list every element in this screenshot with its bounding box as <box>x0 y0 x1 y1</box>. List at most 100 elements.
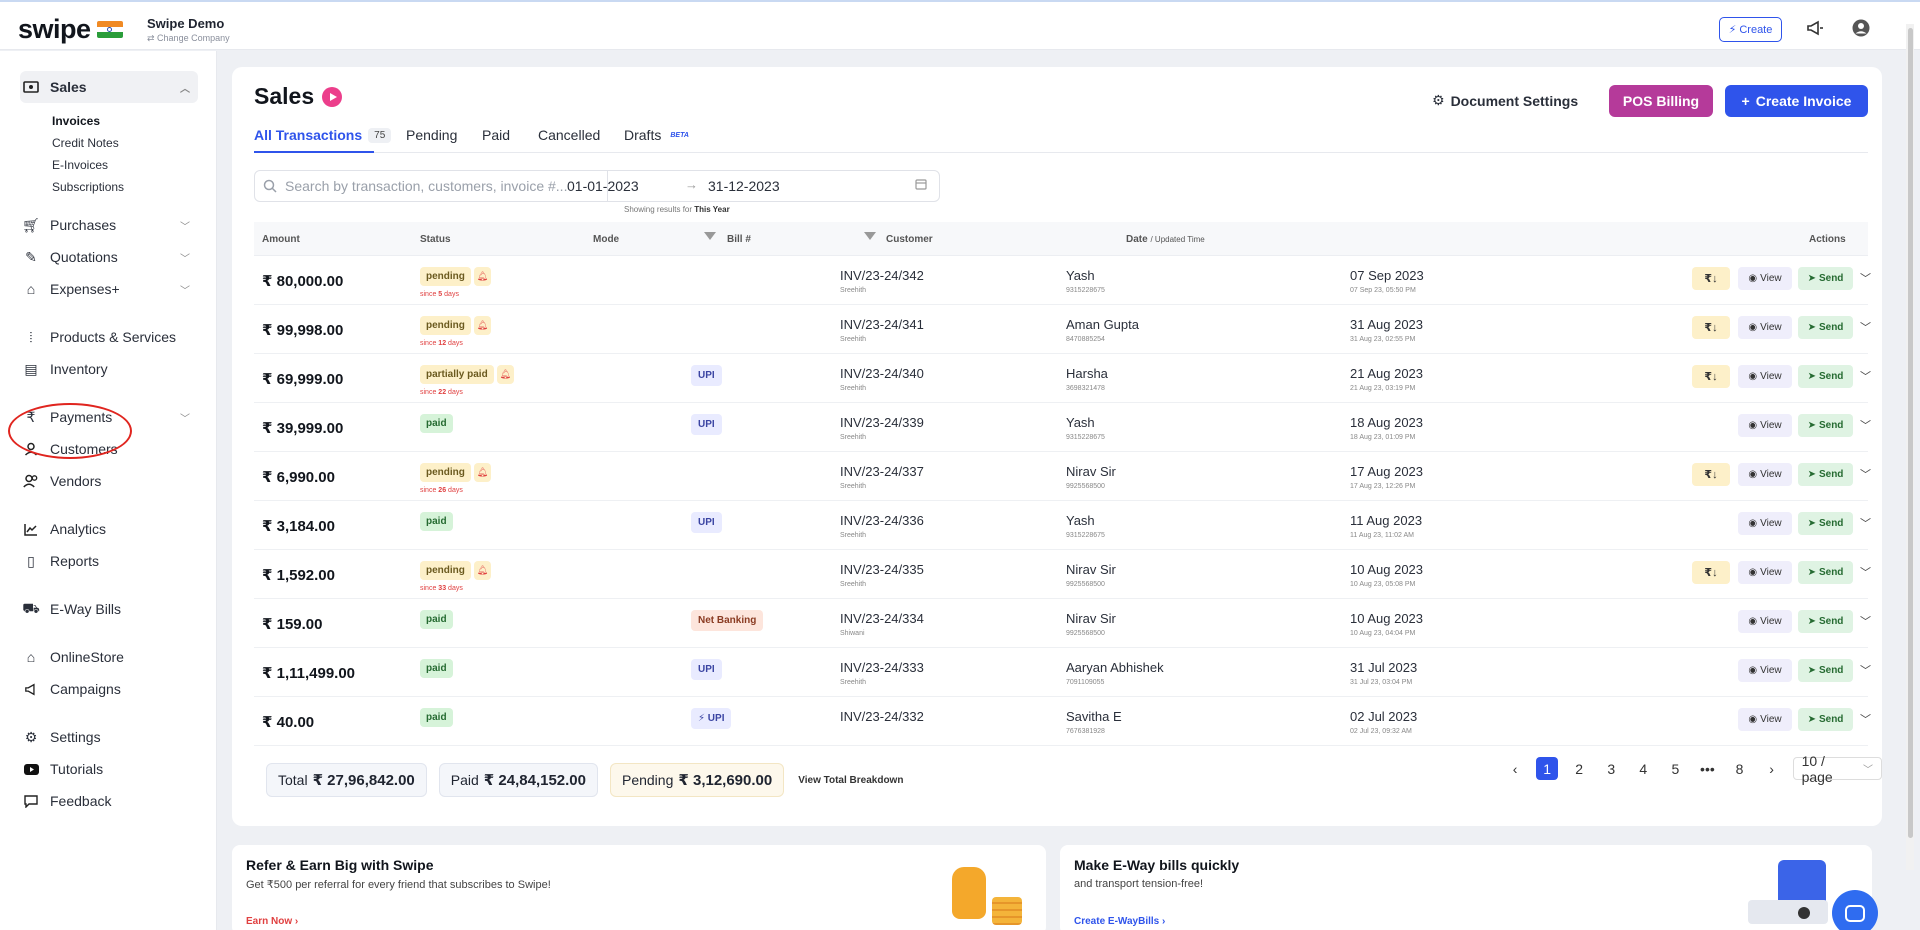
sidebar-item-campaigns[interactable]: Campaigns <box>20 677 121 701</box>
col-amount[interactable]: Amount <box>262 234 300 245</box>
chevron-down-icon[interactable]: ﹀ <box>1860 417 1871 433</box>
create-eway-bills-link[interactable]: Create E-WayBills › <box>1074 916 1165 927</box>
sidebar-item-sales[interactable]: Sales ︿ <box>20 75 190 99</box>
page-1[interactable]: 1 <box>1536 757 1559 780</box>
download-button[interactable]: ₹↓ <box>1692 316 1730 339</box>
bill-number[interactable]: INV/23-24/335 <box>840 562 924 577</box>
user-avatar-icon[interactable] <box>1849 17 1873 39</box>
col-status[interactable]: Status <box>420 234 451 245</box>
customer-name[interactable]: Harsha <box>1066 366 1108 381</box>
sidebar-item-expenses[interactable]: ⌂ Expenses+ ﹀ <box>20 277 190 301</box>
sidebar-sub-subscriptions[interactable]: Subscriptions <box>52 180 124 194</box>
customer-name[interactable]: Yash <box>1066 268 1095 283</box>
bell-icon[interactable]: 🔔︎ <box>473 463 491 482</box>
table-row[interactable]: ₹ 99,998.00 pending 🔔︎ since 12 days INV/23-… <box>254 305 1871 354</box>
bell-icon[interactable]: 🔔︎ <box>496 365 514 384</box>
next-page-icon[interactable]: › <box>1761 757 1783 780</box>
change-company-link[interactable]: ⇄ Change Company <box>147 33 230 44</box>
send-button[interactable]: ➤ Send <box>1798 512 1853 535</box>
earn-now-link[interactable]: Earn Now › <box>246 916 298 927</box>
sidebar-item-vendors[interactable]: Vendors <box>20 469 101 493</box>
page-size-select[interactable]: 10 / page ﹀ <box>1792 753 1882 785</box>
page-2[interactable]: 2 <box>1568 757 1590 780</box>
view-button[interactable]: ◉ View <box>1738 267 1792 290</box>
tab-cancelled[interactable]: Cancelled <box>538 127 600 143</box>
bill-number[interactable]: INV/23-24/339 <box>840 415 924 430</box>
bill-number[interactable]: INV/23-24/336 <box>840 513 924 528</box>
table-row[interactable]: ₹ 80,000.00 pending 🔔︎ since 5 days INV/23-2… <box>254 256 1871 305</box>
document-settings-button[interactable]: ⚙ Document Settings <box>1432 92 1578 109</box>
view-button[interactable]: ◉ View <box>1738 659 1792 682</box>
customer-name[interactable]: Aman Gupta <box>1066 317 1139 332</box>
sidebar-item-products[interactable]: ⦙ Products & Services <box>20 325 176 349</box>
bill-number[interactable]: INV/23-24/333 <box>840 660 924 675</box>
sidebar-item-quotations[interactable]: ✎ Quotations ﹀ <box>20 245 190 269</box>
sidebar-item-analytics[interactable]: Analytics <box>20 517 106 541</box>
chevron-down-icon[interactable]: ﹀ <box>1860 662 1871 678</box>
view-button[interactable]: ◉ View <box>1738 610 1792 633</box>
table-row[interactable]: ₹ 1,592.00 pending 🔔︎ since 33 days INV/23-2… <box>254 550 1871 599</box>
customer-name[interactable]: Nirav Sir <box>1066 562 1116 577</box>
tab-paid[interactable]: Paid <box>482 127 510 143</box>
col-date[interactable]: Date / Updated Time <box>1126 234 1205 245</box>
col-customer[interactable]: Customer <box>886 234 933 245</box>
sidebar-sub-e-invoices[interactable]: E-Invoices <box>52 158 108 172</box>
bill-number[interactable]: INV/23-24/342 <box>840 268 924 283</box>
col-bill[interactable]: Bill # <box>727 234 751 245</box>
create-button[interactable]: ⚡ Create <box>1719 17 1782 42</box>
sidebar-sub-credit-notes[interactable]: Credit Notes <box>52 136 119 150</box>
bill-number[interactable]: INV/23-24/340 <box>840 366 924 381</box>
prev-page-icon[interactable]: ‹ <box>1504 757 1526 780</box>
col-mode[interactable]: Mode <box>593 234 619 245</box>
view-button[interactable]: ◉ View <box>1738 512 1792 535</box>
swipe-logo[interactable]: swipe <box>18 14 123 45</box>
sidebar-item-feedback[interactable]: Feedback <box>20 789 111 813</box>
send-button[interactable]: ➤ Send <box>1798 463 1853 486</box>
table-row[interactable]: ₹ 69,999.00 partially paid 🔔︎ since 22 days… <box>254 354 1871 403</box>
bill-number[interactable]: INV/23-24/337 <box>840 464 924 479</box>
chat-support-button[interactable] <box>1832 890 1878 930</box>
table-row[interactable]: ₹ 6,990.00 pending 🔔︎ since 26 days INV/23-2… <box>254 452 1871 501</box>
page-3[interactable]: 3 <box>1600 757 1622 780</box>
chevron-down-icon[interactable]: ﹀ <box>1860 515 1871 531</box>
view-button[interactable]: ◉ View <box>1738 463 1792 486</box>
download-button[interactable]: ₹↓ <box>1692 365 1730 388</box>
send-button[interactable]: ➤ Send <box>1798 708 1853 731</box>
customer-name[interactable]: Nirav Sir <box>1066 611 1116 626</box>
chevron-down-icon[interactable]: ﹀ <box>1860 466 1871 482</box>
page-5[interactable]: 5 <box>1664 757 1686 780</box>
play-video-icon[interactable] <box>322 86 343 107</box>
table-row[interactable]: ₹ 3,184.00 paid UPI INV/23-24/336 Sreehith Ya… <box>254 501 1871 550</box>
table-row[interactable]: ₹ 1,11,499.00 paid UPI INV/23-24/333 Sreehit… <box>254 648 1871 697</box>
search-input[interactable] <box>285 178 607 194</box>
filter-funnel-icon[interactable] <box>864 232 876 240</box>
chevron-down-icon[interactable]: ﹀ <box>1860 319 1871 335</box>
sidebar-sub-invoices[interactable]: Invoices <box>52 114 100 128</box>
customer-name[interactable]: Nirav Sir <box>1066 464 1116 479</box>
company-switcher[interactable]: Swipe Demo ⇄ Change Company <box>147 16 230 44</box>
tab-pending[interactable]: Pending <box>406 127 457 143</box>
sidebar-item-inventory[interactable]: ▤ Inventory <box>20 357 107 381</box>
sidebar-item-onlinestore[interactable]: ⌂ OnlineStore <box>20 645 124 669</box>
send-button[interactable]: ➤ Send <box>1798 365 1853 388</box>
customer-name[interactable]: Yash <box>1066 513 1095 528</box>
send-button[interactable]: ➤ Send <box>1798 561 1853 584</box>
view-total-breakdown-link[interactable]: View Total Breakdown <box>798 775 903 786</box>
bill-number[interactable]: INV/23-24/334 <box>840 611 924 626</box>
tab-drafts[interactable]: Drafts BETA <box>624 127 689 143</box>
sidebar-item-eway-bills[interactable]: ⛟ E-Way Bills <box>20 597 121 621</box>
sidebar-item-tutorials[interactable]: Tutorials <box>20 757 103 781</box>
chevron-down-icon[interactable]: ﹀ <box>1860 564 1871 580</box>
bell-icon[interactable]: 🔔︎ <box>473 561 491 580</box>
view-button[interactable]: ◉ View <box>1738 316 1792 339</box>
megaphone-icon[interactable] <box>1803 17 1827 39</box>
customer-name[interactable]: Aaryan Abhishek <box>1066 660 1164 675</box>
send-button[interactable]: ➤ Send <box>1798 267 1853 290</box>
page-ellipsis[interactable]: ••• <box>1696 757 1718 780</box>
scrollbar-thumb[interactable] <box>1908 28 1913 838</box>
download-button[interactable]: ₹↓ <box>1692 561 1730 584</box>
create-invoice-button[interactable]: + Create Invoice <box>1725 85 1868 117</box>
chevron-down-icon[interactable]: ﹀ <box>1860 368 1871 384</box>
bell-icon[interactable]: 🔔︎ <box>473 267 491 286</box>
calendar-icon[interactable] <box>915 178 927 193</box>
